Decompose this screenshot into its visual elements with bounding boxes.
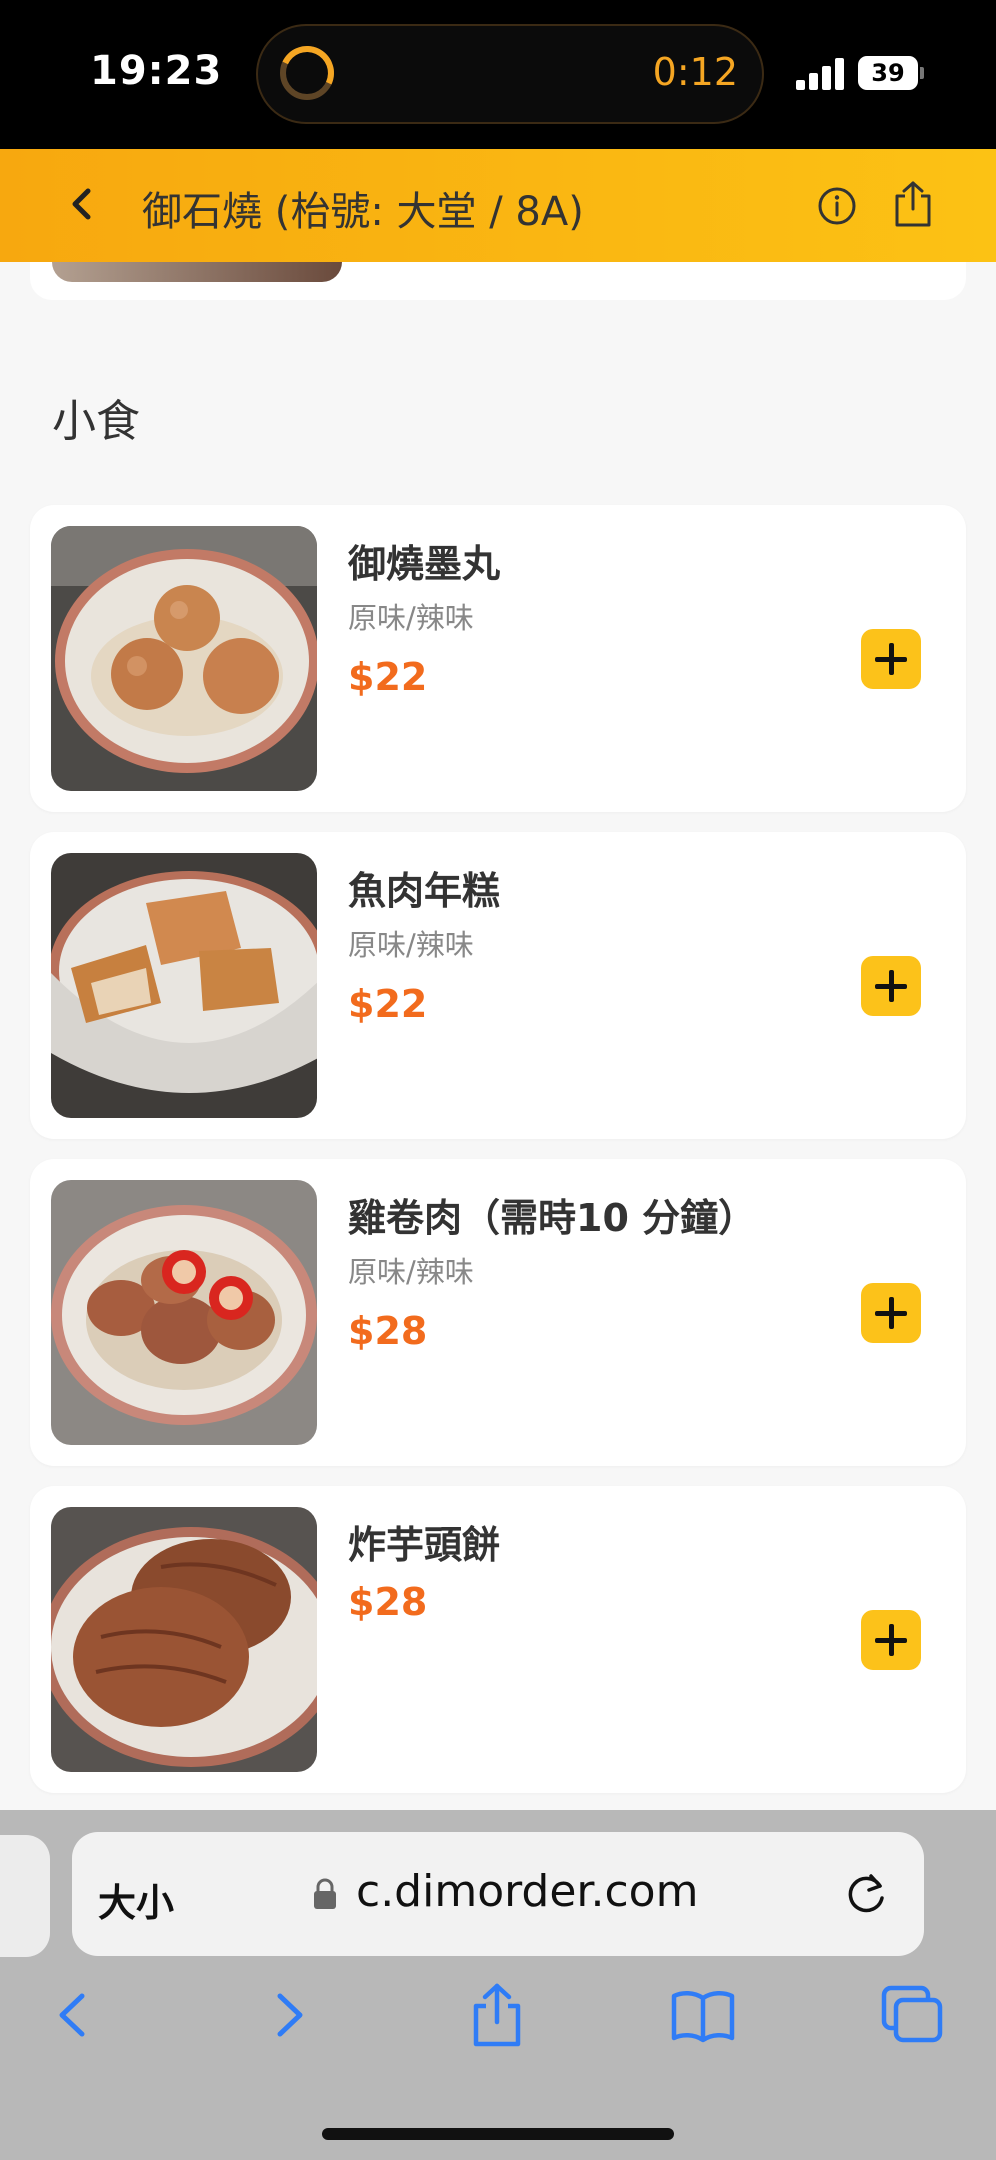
battery-icon: 39 (858, 56, 924, 90)
timer-icon (280, 46, 334, 100)
chicken-rolls-image (51, 1180, 317, 1445)
item-options: 原味/辣味 (348, 928, 474, 962)
status-time: 19:23 (90, 48, 223, 94)
reload-icon[interactable] (842, 1868, 892, 1918)
item-options: 原味/辣味 (348, 601, 474, 635)
lock-icon (314, 1878, 336, 1909)
menu-item-card[interactable]: 炸芋頭餅 $28 (30, 1486, 966, 1793)
previous-item-image (52, 262, 342, 282)
bookmarks-icon[interactable] (670, 1982, 736, 2048)
item-price: $22 (348, 982, 428, 1026)
back-icon[interactable] (58, 179, 108, 229)
browser-share-icon[interactable] (464, 1982, 530, 2048)
add-to-cart-button[interactable] (861, 956, 921, 1016)
restaurant-header: 御石燒 (枱號: 大堂 / 8A) (0, 149, 996, 262)
fish-cakes-image (51, 853, 317, 1118)
page-title: 御石燒 (枱號: 大堂 / 8A) (142, 189, 584, 235)
item-name: 炸芋頭餅 (348, 1523, 501, 1567)
browser-back-icon[interactable] (40, 1982, 106, 2048)
info-icon[interactable] (816, 185, 858, 227)
item-price: $22 (348, 655, 428, 699)
add-to-cart-button[interactable] (861, 1610, 921, 1670)
section-title: 小食 (52, 396, 140, 447)
dynamic-island[interactable]: 0:12 (256, 24, 764, 124)
menu-item-card[interactable]: 魚肉年糕 原味/辣味 $22 (30, 832, 966, 1139)
item-name: 御燒墨丸 (348, 542, 501, 586)
text-size-button[interactable]: 大小 (98, 1872, 174, 1927)
previous-tab-peek[interactable] (0, 1835, 50, 1957)
status-bar: 19:23 0:12 39 (0, 0, 996, 149)
signal-icon (796, 58, 846, 90)
item-price: $28 (348, 1580, 428, 1624)
browser-toolbar: 大小 c.dimorder.com (0, 1810, 996, 2160)
share-icon[interactable] (891, 179, 935, 229)
item-name: 雞卷肉（需時10 分鐘） (348, 1196, 757, 1240)
item-price: $28 (348, 1309, 428, 1353)
menu-item-card[interactable]: 御燒墨丸 原味/辣味 $22 (30, 505, 966, 812)
timer-readout: 0:12 (652, 50, 738, 94)
previous-item-card (30, 262, 966, 300)
text-size-label: 大小 (98, 1881, 175, 1925)
taro-cakes-image (51, 1507, 317, 1772)
add-to-cart-button[interactable] (861, 1283, 921, 1343)
tabs-icon[interactable] (880, 1982, 946, 2048)
address-bar[interactable]: 大小 c.dimorder.com (72, 1832, 924, 1956)
browser-forward-icon[interactable] (256, 1982, 322, 2048)
home-indicator[interactable] (322, 2128, 674, 2140)
menu-item-card[interactable]: 雞卷肉（需時10 分鐘） 原味/辣味 $28 (30, 1159, 966, 1466)
url-text[interactable]: c.dimorder.com (356, 1866, 698, 1917)
item-name: 魚肉年糕 (348, 869, 501, 913)
fish-balls-image (51, 526, 317, 791)
item-options: 原味/辣味 (348, 1255, 474, 1289)
add-to-cart-button[interactable] (861, 629, 921, 689)
